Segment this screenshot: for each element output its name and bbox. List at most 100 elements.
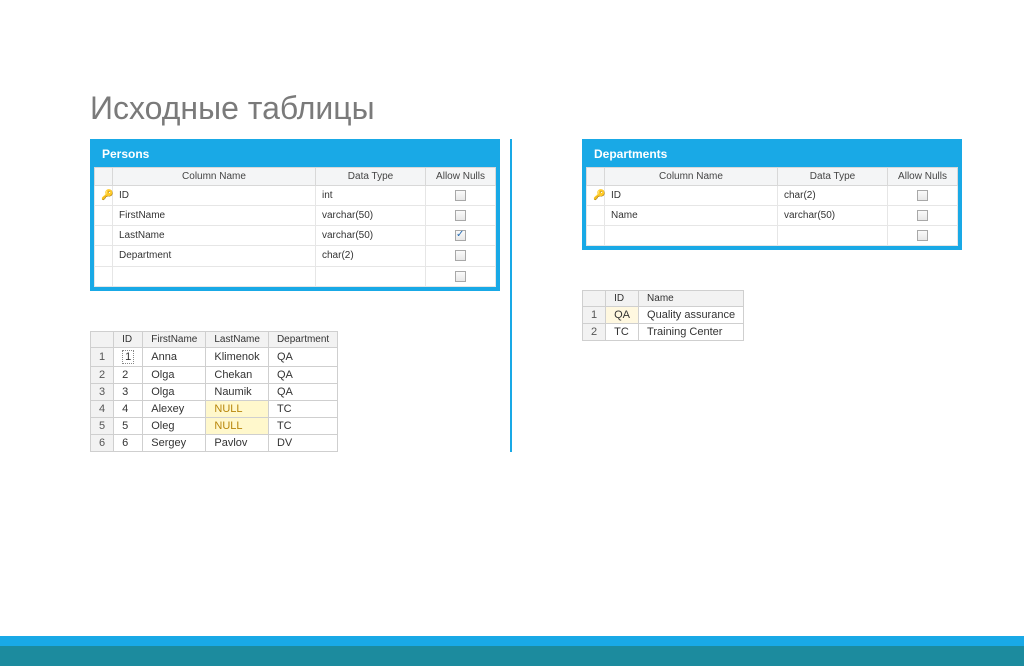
grid-cell[interactable]: QA	[268, 383, 337, 400]
checkbox-icon[interactable]	[455, 271, 466, 282]
allow-nulls-cell[interactable]	[888, 206, 958, 226]
allow-nulls-cell[interactable]	[426, 266, 496, 286]
table-row[interactable]: 44AlexeyNULLTC	[91, 400, 338, 417]
grid-cell[interactable]: DV	[268, 434, 337, 451]
persons-data-grid[interactable]: IDFirstNameLastNameDepartment 11AnnaKlim…	[90, 331, 338, 452]
allow-nulls-cell[interactable]	[426, 246, 496, 266]
schema-col-name[interactable]: ID	[605, 186, 778, 206]
allow-nulls-cell[interactable]	[426, 186, 496, 206]
grid-cell[interactable]: 3	[114, 383, 143, 400]
grid-cell[interactable]: QA	[268, 366, 337, 383]
schema-row[interactable]	[95, 266, 496, 286]
schema-col-name[interactable]: FirstName	[113, 206, 316, 226]
pk-cell	[95, 266, 113, 286]
schema-col-name[interactable]: LastName	[113, 226, 316, 246]
schema-data-type[interactable]	[778, 226, 888, 246]
checkbox-icon[interactable]	[917, 190, 928, 201]
col-header-type: Data Type	[316, 168, 426, 186]
schema-data-type[interactable]: varchar(50)	[316, 206, 426, 226]
grid-cell[interactable]: TC	[268, 417, 337, 434]
checkbox-icon[interactable]	[455, 250, 466, 261]
grid-cell[interactable]: Oleg	[143, 417, 206, 434]
schema-row[interactable]	[587, 226, 958, 246]
row-number[interactable]: 6	[91, 434, 114, 451]
checkbox-icon[interactable]	[455, 210, 466, 221]
allow-nulls-cell[interactable]	[888, 226, 958, 246]
grid-cell[interactable]: NULL	[206, 417, 269, 434]
departments-schema-table[interactable]: Column Name Data Type Allow Nulls 🔑IDcha…	[586, 167, 958, 246]
schema-data-type[interactable]: varchar(50)	[778, 206, 888, 226]
schema-col-name[interactable]	[113, 266, 316, 286]
grid-column-header[interactable]: FirstName	[143, 331, 206, 347]
grid-cell[interactable]: Quality assurance	[639, 307, 744, 324]
pk-cell: 🔑	[587, 186, 605, 206]
allow-nulls-cell[interactable]	[426, 206, 496, 226]
schema-data-type[interactable]: int	[316, 186, 426, 206]
schema-row[interactable]: 🔑IDint	[95, 186, 496, 206]
grid-cell[interactable]: Pavlov	[206, 434, 269, 451]
schema-data-type[interactable]	[316, 266, 426, 286]
departments-schema-title: Departments	[586, 143, 958, 167]
grid-column-header[interactable]: Name	[639, 291, 744, 307]
pk-cell: 🔑	[95, 186, 113, 206]
table-row[interactable]: 33OlgaNaumikQA	[91, 383, 338, 400]
grid-cell[interactable]: QA	[606, 307, 639, 324]
grid-cell[interactable]: Olga	[143, 383, 206, 400]
schema-row[interactable]: Departmentchar(2)	[95, 246, 496, 266]
checkbox-icon[interactable]	[917, 230, 928, 241]
grid-column-header[interactable]: ID	[606, 291, 639, 307]
grid-cell[interactable]: Chekan	[206, 366, 269, 383]
grid-cell[interactable]: TC	[268, 400, 337, 417]
table-row[interactable]: 2TCTraining Center	[583, 324, 744, 341]
grid-cell[interactable]: Olga	[143, 366, 206, 383]
schema-col-name[interactable]	[605, 226, 778, 246]
grid-cell[interactable]: Training Center	[639, 324, 744, 341]
pk-cell	[95, 226, 113, 246]
schema-data-type[interactable]: char(2)	[778, 186, 888, 206]
schema-data-type[interactable]: char(2)	[316, 246, 426, 266]
grid-cell[interactable]: Anna	[143, 347, 206, 366]
row-number[interactable]: 5	[91, 417, 114, 434]
grid-column-header[interactable]: LastName	[206, 331, 269, 347]
grid-cell[interactable]: QA	[268, 347, 337, 366]
schema-row[interactable]: FirstNamevarchar(50)	[95, 206, 496, 226]
row-number[interactable]: 2	[583, 324, 606, 341]
table-row[interactable]: 22OlgaChekanQA	[91, 366, 338, 383]
schema-row[interactable]: Namevarchar(50)	[587, 206, 958, 226]
row-number[interactable]: 1	[583, 307, 606, 324]
checkbox-icon[interactable]	[917, 210, 928, 221]
grid-cell[interactable]: Klimenok	[206, 347, 269, 366]
grid-cell[interactable]: 1	[114, 347, 143, 366]
schema-col-name[interactable]: Department	[113, 246, 316, 266]
checkbox-icon[interactable]	[455, 230, 466, 241]
schema-col-name[interactable]: ID	[113, 186, 316, 206]
grid-cell[interactable]: Naumik	[206, 383, 269, 400]
grid-cell[interactable]: NULL	[206, 400, 269, 417]
row-number[interactable]: 3	[91, 383, 114, 400]
grid-cell[interactable]: TC	[606, 324, 639, 341]
row-number[interactable]: 4	[91, 400, 114, 417]
table-row[interactable]: 55OlegNULLTC	[91, 417, 338, 434]
grid-column-header[interactable]: ID	[114, 331, 143, 347]
grid-cell[interactable]: Alexey	[143, 400, 206, 417]
checkbox-icon[interactable]	[455, 190, 466, 201]
row-number[interactable]: 2	[91, 366, 114, 383]
grid-cell[interactable]: Sergey	[143, 434, 206, 451]
allow-nulls-cell[interactable]	[426, 226, 496, 246]
departments-data-grid[interactable]: IDName 1QAQuality assurance2TCTraining C…	[582, 290, 744, 341]
row-number[interactable]: 1	[91, 347, 114, 366]
persons-schema-table[interactable]: Column Name Data Type Allow Nulls 🔑IDint…	[94, 167, 496, 287]
schema-row[interactable]: 🔑IDchar(2)	[587, 186, 958, 206]
schema-data-type[interactable]: varchar(50)	[316, 226, 426, 246]
grid-cell[interactable]: 4	[114, 400, 143, 417]
table-row[interactable]: 1QAQuality assurance	[583, 307, 744, 324]
grid-cell[interactable]: 2	[114, 366, 143, 383]
table-row[interactable]: 66SergeyPavlovDV	[91, 434, 338, 451]
grid-cell[interactable]: 6	[114, 434, 143, 451]
schema-col-name[interactable]: Name	[605, 206, 778, 226]
allow-nulls-cell[interactable]	[888, 186, 958, 206]
schema-row[interactable]: LastNamevarchar(50)	[95, 226, 496, 246]
grid-column-header[interactable]: Department	[268, 331, 337, 347]
grid-cell[interactable]: 5	[114, 417, 143, 434]
table-row[interactable]: 11AnnaKlimenokQA	[91, 347, 338, 366]
